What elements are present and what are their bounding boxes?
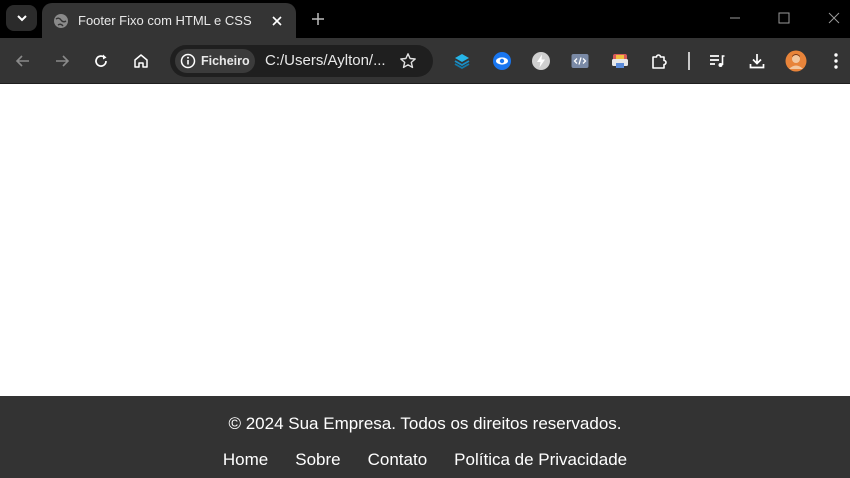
url-text[interactable]: C:/Users/Aylton/... bbox=[265, 52, 386, 69]
copyright-text: © 2024 Sua Empresa. Todos os direitos re… bbox=[228, 414, 622, 433]
kebab-menu-icon bbox=[834, 53, 838, 69]
home-button[interactable] bbox=[129, 49, 153, 73]
footer-link-contato[interactable]: Contato bbox=[368, 450, 428, 470]
security-chip-label: Ficheiro bbox=[201, 54, 250, 68]
maximize-button[interactable] bbox=[771, 6, 797, 30]
arrow-left-icon bbox=[15, 55, 29, 67]
forward-button[interactable] bbox=[50, 49, 74, 73]
new-tab-button[interactable] bbox=[306, 8, 330, 30]
tab-close-button[interactable] bbox=[267, 11, 287, 31]
minimize-icon bbox=[730, 17, 740, 19]
home-icon bbox=[134, 54, 148, 68]
globe-icon bbox=[53, 13, 69, 29]
printer-icon bbox=[612, 54, 628, 68]
puzzle-icon bbox=[652, 54, 667, 69]
media-controls-button[interactable] bbox=[706, 50, 728, 72]
download-icon bbox=[749, 54, 765, 69]
info-icon bbox=[180, 53, 196, 69]
eye-icon bbox=[493, 52, 511, 70]
browser-toolbar: Ficheiro C:/Users/Aylton/... bbox=[0, 38, 850, 84]
profile-avatar-icon bbox=[785, 50, 807, 72]
footer-link-politica-de-privacidade[interactable]: Política de Privacidade bbox=[454, 450, 627, 470]
code-icon bbox=[571, 54, 589, 68]
maximize-icon bbox=[778, 12, 790, 24]
star-icon bbox=[400, 53, 416, 69]
close-icon bbox=[272, 15, 282, 26]
tab-title: Footer Fixo com HTML e CSS bbox=[78, 13, 252, 28]
extension-printer-button[interactable] bbox=[609, 50, 631, 72]
page-content bbox=[0, 85, 850, 396]
extension-bolt-button[interactable] bbox=[530, 50, 552, 72]
footer-link-home[interactable]: Home bbox=[223, 450, 268, 470]
tab-strip: Footer Fixo com HTML e CSS bbox=[0, 0, 850, 38]
active-tab[interactable]: Footer Fixo com HTML e CSS bbox=[42, 3, 296, 38]
extension-layers-button[interactable] bbox=[451, 50, 473, 72]
page-footer: © 2024 Sua Empresa. Todos os direitos re… bbox=[0, 396, 850, 478]
tab-search-button[interactable] bbox=[6, 5, 37, 31]
bookmark-button[interactable] bbox=[397, 50, 419, 72]
layers-icon bbox=[454, 54, 470, 70]
downloads-button[interactable] bbox=[746, 50, 768, 72]
site-info-chip[interactable]: Ficheiro bbox=[175, 49, 255, 73]
plus-icon bbox=[312, 13, 324, 25]
extensions-menu-button[interactable] bbox=[648, 50, 670, 72]
avatar[interactable] bbox=[785, 50, 807, 72]
arrow-right-icon bbox=[56, 55, 70, 67]
window-close-button[interactable] bbox=[821, 6, 847, 30]
extension-eye-button[interactable] bbox=[491, 50, 513, 72]
footer-nav: Home Sobre Contato Política de Privacida… bbox=[0, 450, 850, 470]
address-bar[interactable]: Ficheiro C:/Users/Aylton/... bbox=[170, 45, 433, 77]
reload-icon bbox=[95, 54, 107, 67]
toolbar-divider bbox=[688, 52, 690, 70]
footer-link-sobre[interactable]: Sobre bbox=[295, 450, 340, 470]
reload-button[interactable] bbox=[89, 49, 113, 73]
close-icon bbox=[828, 12, 840, 24]
lightning-icon bbox=[532, 52, 550, 70]
browser-menu-button[interactable] bbox=[825, 50, 847, 72]
media-playlist-icon bbox=[710, 55, 725, 67]
back-button[interactable] bbox=[11, 49, 35, 73]
minimize-button[interactable] bbox=[722, 6, 748, 30]
extension-code-button[interactable] bbox=[569, 50, 591, 72]
chevron-down-icon bbox=[16, 15, 27, 22]
